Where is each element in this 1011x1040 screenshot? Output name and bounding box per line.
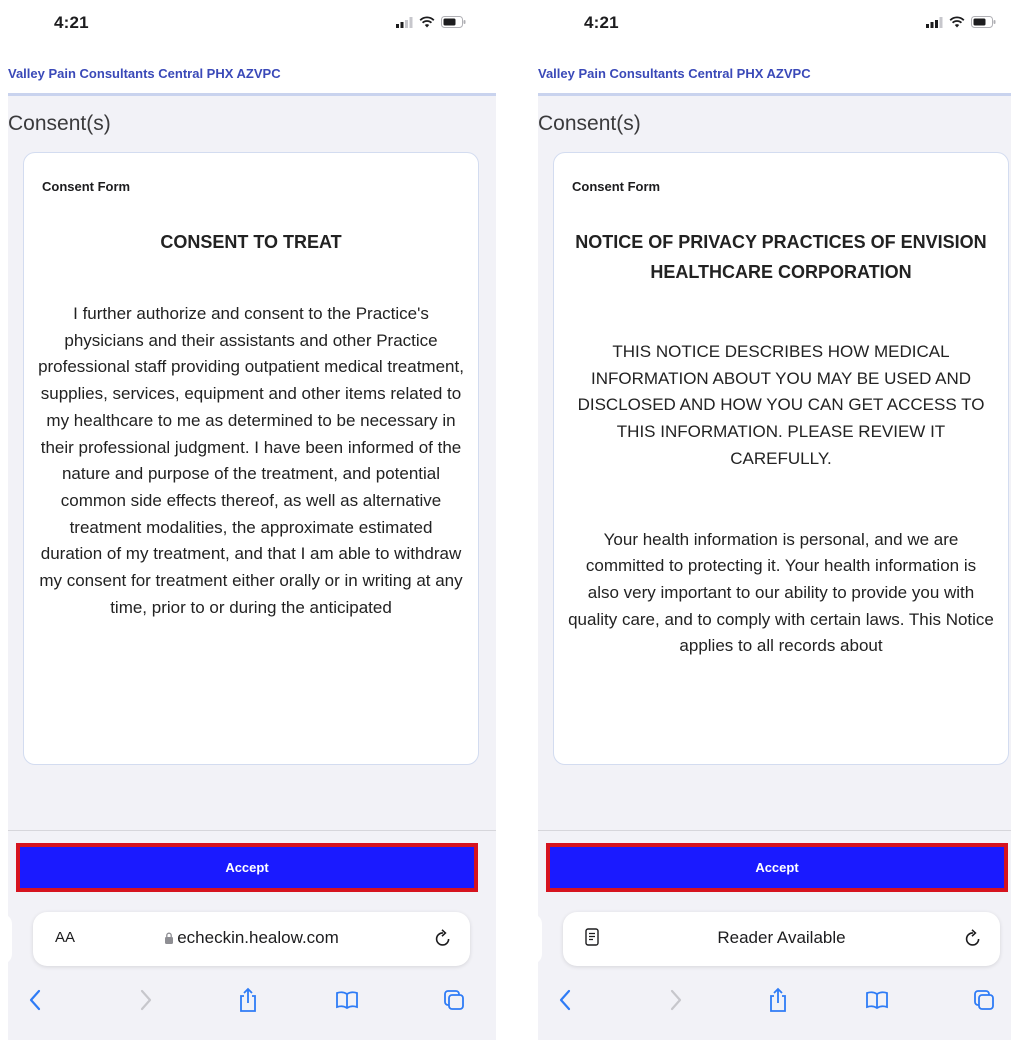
tabs-icon[interactable]	[437, 983, 471, 1017]
document-heading: NOTICE OF PRIVACY PRACTICES OF ENVISION …	[575, 232, 987, 282]
section-title: Consent(s)	[8, 112, 111, 135]
document-heading: CONSENT TO TREAT	[160, 232, 342, 252]
status-icons	[396, 16, 466, 28]
wifi-icon	[949, 16, 965, 28]
divider	[538, 830, 1011, 831]
battery-icon	[441, 16, 466, 28]
consent-form-card[interactable]: Consent Form CONSENT TO TREAT I further …	[23, 152, 479, 765]
accept-button[interactable]: Accept	[546, 843, 1008, 892]
lock-icon	[164, 929, 174, 944]
bookmarks-icon[interactable]	[860, 983, 894, 1017]
url-text: echeckin.healow.com	[177, 928, 339, 947]
status-time: 4:21	[584, 13, 619, 32]
practice-name: Valley Pain Consultants Central PHX AZVP…	[8, 66, 281, 81]
signal-icon	[396, 16, 413, 28]
app-header: Valley Pain Consultants Central PHX AZVP…	[538, 48, 1011, 96]
tabs-icon[interactable]	[967, 983, 1001, 1017]
document-paragraph: I further authorize and consent to the P…	[38, 304, 464, 617]
browser-toolbar	[8, 975, 496, 1025]
reader-available-label[interactable]: Reader Available	[563, 928, 1000, 948]
status-bar: 4:21	[538, 0, 1011, 48]
consent-document[interactable]: CONSENT TO TREAT I further authorize and…	[38, 227, 464, 754]
status-icons	[926, 16, 996, 28]
reload-icon[interactable]	[434, 928, 452, 953]
section-title: Consent(s)	[538, 112, 641, 135]
consent-document[interactable]: NOTICE OF PRIVACY PRACTICES OF ENVISION …	[568, 227, 994, 754]
reload-icon[interactable]	[964, 928, 982, 953]
phone-screen-privacy-notice: 4:21 Valley Pain Consultants Central PHX…	[538, 0, 1011, 1040]
card-label: Consent Form	[42, 179, 131, 194]
url-display[interactable]: echeckin.healow.com	[33, 928, 470, 948]
battery-icon	[971, 16, 996, 28]
previous-tab-pill[interactable]	[8, 914, 12, 964]
app-header: Valley Pain Consultants Central PHX AZVP…	[8, 48, 496, 96]
document-paragraph-body: Your health information is personal, and…	[568, 529, 994, 656]
consent-form-card[interactable]: Consent Form NOTICE OF PRIVACY PRACTICES…	[553, 152, 1009, 765]
url-bar[interactable]: AA echeckin.healow.com	[33, 912, 470, 966]
wifi-icon	[419, 16, 435, 28]
browser-toolbar	[538, 975, 1011, 1025]
share-icon[interactable]	[231, 983, 265, 1017]
card-label: Consent Form	[572, 179, 661, 194]
phone-screen-consent-to-treat: 4:21 Valley Pain Consultants Central PHX…	[8, 0, 496, 1040]
practice-name: Valley Pain Consultants Central PHX AZVP…	[538, 66, 811, 81]
forward-icon[interactable]	[659, 983, 693, 1017]
bookmarks-icon[interactable]	[330, 983, 364, 1017]
divider	[8, 830, 496, 831]
url-bar[interactable]: Reader Available	[563, 912, 1000, 966]
document-paragraph-notice: THIS NOTICE DESCRIBES HOW MEDICAL INFORM…	[577, 342, 985, 468]
back-icon[interactable]	[548, 983, 582, 1017]
accept-button[interactable]: Accept	[16, 843, 478, 892]
status-bar: 4:21	[8, 0, 496, 48]
share-icon[interactable]	[761, 983, 795, 1017]
status-time: 4:21	[54, 13, 89, 32]
previous-tab-pill[interactable]	[538, 914, 542, 964]
signal-icon	[926, 16, 943, 28]
back-icon[interactable]	[18, 983, 52, 1017]
forward-icon[interactable]	[129, 983, 163, 1017]
